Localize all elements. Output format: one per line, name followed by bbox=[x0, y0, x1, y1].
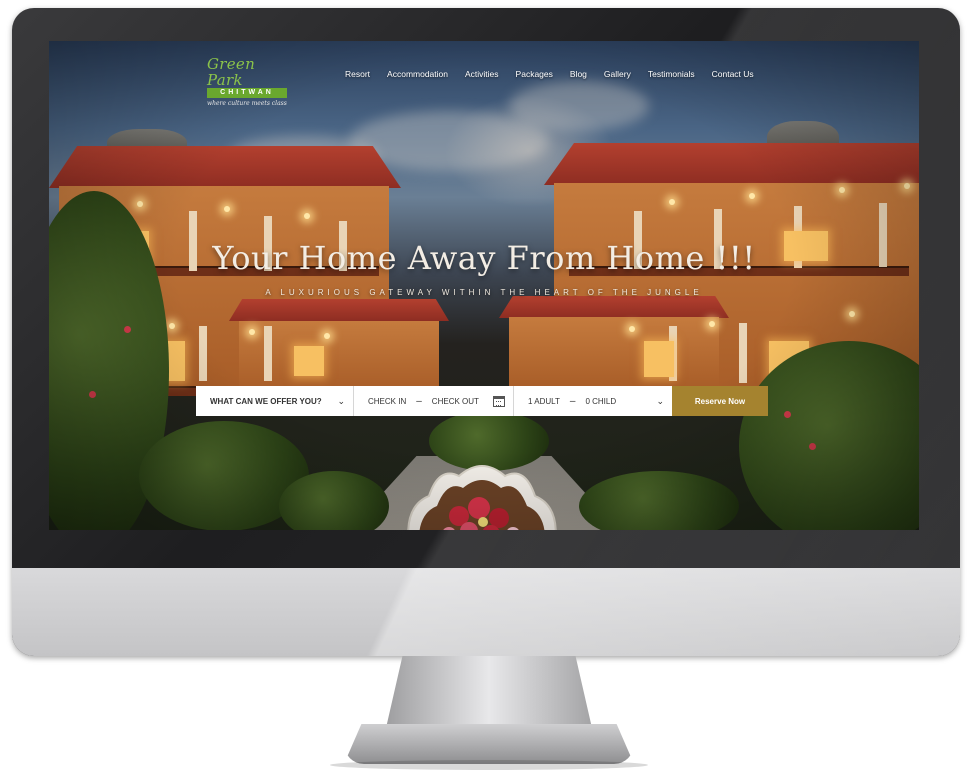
calendar-icon[interactable] bbox=[492, 395, 505, 407]
website-screen: Green Park CHITWAN where culture meets c… bbox=[49, 41, 919, 530]
logo-location: CHITWAN bbox=[207, 88, 287, 98]
check-in-field[interactable]: CHECK IN bbox=[368, 397, 406, 406]
nav-item-testimonials[interactable]: Testimonials bbox=[648, 69, 695, 79]
nav-item-packages[interactable]: Packages bbox=[516, 69, 553, 79]
booking-bar: WHAT CAN WE OFFER YOU? ⌄ CHECK IN – CHEC… bbox=[196, 386, 768, 416]
chin-glare bbox=[12, 568, 960, 656]
reserve-now-button[interactable]: Reserve Now bbox=[672, 386, 768, 416]
vignette-overlay bbox=[49, 41, 919, 530]
nav-item-gallery[interactable]: Gallery bbox=[604, 69, 631, 79]
nav-item-contact-us[interactable]: Contact Us bbox=[712, 69, 754, 79]
adults-field[interactable]: 1 ADULT bbox=[528, 397, 560, 406]
hero-title: Your Home Away From Home !!! bbox=[212, 239, 756, 277]
hero-subtitle: A LUXURIOUS GATEWAY WITHIN THE HEART OF … bbox=[265, 288, 703, 297]
main-nav: Resort Accommodation Activities Packages… bbox=[345, 69, 771, 79]
site-logo[interactable]: Green Park CHITWAN where culture meets c… bbox=[207, 56, 293, 107]
chevron-down-icon: ⌄ bbox=[337, 395, 345, 406]
nav-item-blog[interactable]: Blog bbox=[570, 69, 587, 79]
nav-item-resort[interactable]: Resort bbox=[345, 69, 370, 79]
check-out-field[interactable]: CHECK OUT bbox=[432, 397, 479, 406]
chevron-down-icon: ⌄ bbox=[656, 395, 664, 406]
monitor-stand-neck bbox=[386, 656, 592, 728]
children-field[interactable]: 0 CHILD bbox=[585, 397, 616, 406]
monitor-stand-base bbox=[344, 724, 634, 764]
date-picker[interactable]: CHECK IN – CHECK OUT bbox=[354, 386, 514, 416]
logo-tagline: where culture meets class bbox=[207, 100, 287, 107]
nav-item-activities[interactable]: Activities bbox=[465, 69, 499, 79]
logo-wordmark: Green Park bbox=[207, 56, 293, 88]
logo-name: Green Park bbox=[207, 55, 256, 89]
guests-select[interactable]: 1 ADULT – 0 CHILD ⌄ bbox=[514, 386, 672, 416]
date-separator: – bbox=[416, 395, 422, 407]
guest-separator: – bbox=[569, 395, 576, 407]
stand-shadow bbox=[330, 760, 648, 770]
nav-item-accommodation[interactable]: Accommodation bbox=[387, 69, 448, 79]
offer-select[interactable]: WHAT CAN WE OFFER YOU? ⌄ bbox=[196, 386, 354, 416]
offer-select-label: WHAT CAN WE OFFER YOU? bbox=[210, 396, 322, 406]
